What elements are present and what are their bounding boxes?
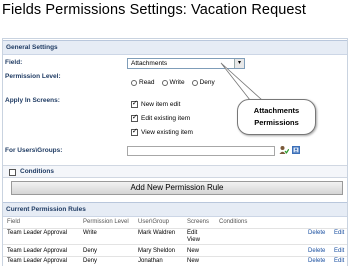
cell-permission-level: Write bbox=[83, 230, 97, 236]
edit-rule-link[interactable]: Edit bbox=[334, 258, 344, 265]
screen-option-edit: Edit existing item bbox=[131, 113, 191, 122]
field-label: Field: bbox=[5, 59, 23, 66]
cell-screens: Edit bbox=[187, 230, 198, 236]
delete-rule-link[interactable]: Delete bbox=[308, 258, 325, 265]
column-header-user-group: User\Group bbox=[138, 219, 170, 225]
users-groups-input[interactable] bbox=[127, 146, 275, 156]
add-new-permission-rule-button[interactable]: Add New Permission Rule bbox=[11, 181, 343, 195]
edit-rule-link[interactable]: Edit bbox=[334, 230, 344, 237]
row-divider bbox=[3, 244, 347, 245]
permission-level-radios: Read Write Deny bbox=[131, 79, 222, 86]
cell-user-group: Mary Sheldon bbox=[138, 248, 176, 254]
new-item-edit-checkbox[interactable] bbox=[131, 99, 138, 108]
view-existing-item-label: View existing item bbox=[141, 129, 193, 136]
cell-field: Team Leader Approval bbox=[7, 230, 68, 236]
row-divider bbox=[3, 256, 347, 257]
callout-line-2: Permissions bbox=[254, 118, 299, 127]
callout-bubble: Attachments Permissions bbox=[237, 99, 316, 135]
conditions-section: Conditions bbox=[3, 165, 347, 178]
delete-rule-link[interactable]: Delete bbox=[308, 230, 325, 237]
apply-in-screens-label: Apply In Screens: bbox=[5, 97, 60, 104]
browse-address-book-icon[interactable] bbox=[291, 145, 301, 155]
column-header-field: Field bbox=[7, 219, 21, 225]
cell-field: Team Leader Approval bbox=[7, 258, 68, 264]
radio-deny[interactable] bbox=[191, 79, 198, 86]
edit-existing-item-label: Edit existing item bbox=[141, 115, 191, 122]
radio-read-label: Read bbox=[139, 79, 155, 86]
conditions-label: Conditions bbox=[20, 168, 54, 175]
radio-read[interactable] bbox=[131, 79, 137, 86]
cell-screens: New bbox=[187, 258, 200, 264]
screen-option-new: New item edit bbox=[131, 99, 181, 108]
header-divider bbox=[3, 228, 347, 229]
radio-write[interactable] bbox=[161, 79, 168, 86]
cell-screens-2: View bbox=[187, 237, 200, 243]
radio-write-label: Write bbox=[169, 79, 185, 86]
permission-level-label: Permission Level: bbox=[5, 73, 61, 80]
column-header-screens: Screens bbox=[187, 219, 210, 225]
field-select-value: Attachments bbox=[131, 60, 168, 67]
check-names-icon[interactable] bbox=[279, 145, 289, 155]
callout-line-1: Attachments bbox=[253, 106, 300, 115]
chevron-down-icon[interactable]: ▾ bbox=[234, 59, 244, 68]
conditions-checkbox[interactable] bbox=[9, 169, 16, 176]
edit-rule-link[interactable]: Edit bbox=[334, 248, 344, 255]
users-groups-label: For Users\Groups: bbox=[5, 147, 63, 154]
cell-permission-level: Deny bbox=[83, 248, 98, 254]
cell-permission-level: Deny bbox=[83, 258, 98, 264]
delete-rule-link[interactable]: Delete bbox=[308, 248, 325, 255]
column-header-conditions: Conditions bbox=[219, 219, 248, 225]
cell-user-group: Mark Waldren bbox=[138, 230, 176, 236]
edit-existing-item-checkbox[interactable] bbox=[131, 113, 138, 122]
current-rules-header: Current Permission Rules bbox=[3, 202, 347, 217]
column-header-permission-level: Permission Level bbox=[83, 219, 129, 225]
cell-field: Team Leader Approval bbox=[7, 248, 68, 254]
cell-user-group: Jonathan bbox=[138, 258, 163, 264]
new-item-edit-label: New item edit bbox=[141, 101, 181, 108]
field-select[interactable]: Attachments ▾ bbox=[127, 58, 245, 69]
page-title: Fields Permissions Settings: Vacation Re… bbox=[2, 2, 307, 18]
cell-screens: New bbox=[187, 248, 200, 254]
radio-deny-label: Deny bbox=[199, 79, 215, 86]
screen-option-view: View existing item bbox=[131, 127, 193, 136]
view-existing-item-checkbox[interactable] bbox=[131, 127, 138, 136]
general-settings-header: General Settings bbox=[3, 40, 347, 55]
